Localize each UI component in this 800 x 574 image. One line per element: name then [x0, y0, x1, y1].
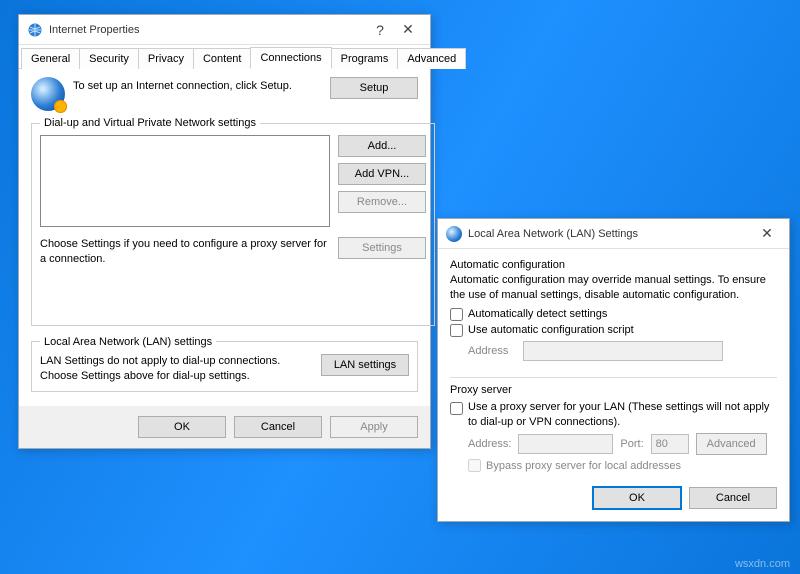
tab-content[interactable]: Content: [193, 48, 252, 69]
cancel-button[interactable]: Cancel: [689, 487, 777, 509]
globe-icon: [446, 226, 462, 242]
port-label: Port:: [620, 438, 643, 450]
address-label: Address: [468, 345, 516, 357]
proxy-address-input[interactable]: [518, 434, 613, 454]
setup-button[interactable]: Setup: [330, 77, 418, 99]
auto-detect-checkbox[interactable]: Automatically detect settings: [450, 308, 777, 321]
dialog-footer: OK Cancel: [438, 479, 789, 521]
remove-button[interactable]: Remove...: [338, 191, 426, 213]
close-button[interactable]: ✕: [394, 20, 422, 40]
connection-settings-button[interactable]: Settings: [338, 237, 426, 259]
use-proxy-checkbox[interactable]: Use a proxy server for your LAN (These s…: [450, 400, 777, 430]
lan-text: LAN Settings do not apply to dial-up con…: [40, 354, 313, 384]
lan-group: Local Area Network (LAN) settings LAN Se…: [31, 336, 418, 393]
internet-options-icon: [27, 22, 43, 38]
proxy-group: Proxy server Use a proxy server for your…: [450, 384, 777, 476]
lan-legend: Local Area Network (LAN) settings: [40, 336, 216, 348]
tab-strip: General Security Privacy Content Connect…: [19, 45, 430, 69]
tab-general[interactable]: General: [21, 48, 80, 69]
auto-detect-input[interactable]: [450, 308, 463, 321]
dialup-group: Dial-up and Virtual Private Network sett…: [31, 117, 435, 326]
tab-content-area: To set up an Internet connection, click …: [19, 69, 430, 406]
script-address-input[interactable]: [523, 341, 723, 361]
proxy-legend: Proxy server: [450, 384, 777, 396]
bypass-local-input[interactable]: [468, 459, 481, 472]
auto-script-checkbox[interactable]: Use automatic configuration script: [450, 324, 777, 337]
tab-advanced[interactable]: Advanced: [397, 48, 466, 69]
auto-script-label: Use automatic configuration script: [468, 324, 634, 336]
window-title: Local Area Network (LAN) Settings: [468, 228, 753, 240]
add-button[interactable]: Add...: [338, 135, 426, 157]
close-button[interactable]: ✕: [753, 224, 781, 244]
setup-text: To set up an Internet connection, click …: [73, 79, 330, 94]
bypass-local-label: Bypass proxy server for local addresses: [486, 460, 681, 472]
dialup-legend: Dial-up and Virtual Private Network sett…: [40, 117, 260, 129]
help-button[interactable]: ?: [366, 20, 394, 40]
tab-privacy[interactable]: Privacy: [138, 48, 194, 69]
auto-detect-label: Automatically detect settings: [468, 308, 607, 320]
bypass-local-checkbox[interactable]: Bypass proxy server for local addresses: [468, 459, 777, 472]
auto-script-input[interactable]: [450, 324, 463, 337]
cancel-button[interactable]: Cancel: [234, 416, 322, 438]
lan-body: Automatic configuration Automatic config…: [438, 249, 789, 479]
advanced-button[interactable]: Advanced: [696, 433, 767, 455]
proxy-address-label: Address:: [468, 438, 511, 450]
auto-config-legend: Automatic configuration: [450, 259, 777, 271]
connections-listbox[interactable]: [40, 135, 330, 227]
tab-connections[interactable]: Connections: [250, 47, 331, 69]
internet-properties-dialog: Internet Properties ? ✕ General Security…: [18, 14, 431, 449]
apply-button[interactable]: Apply: [330, 416, 418, 438]
globe-wand-icon: [31, 77, 65, 111]
lan-settings-button[interactable]: LAN settings: [321, 354, 409, 376]
dialog-footer: OK Cancel Apply: [19, 406, 430, 448]
port-input[interactable]: [651, 434, 689, 454]
titlebar: Internet Properties ? ✕: [19, 15, 430, 45]
ok-button[interactable]: OK: [593, 487, 681, 509]
window-title: Internet Properties: [49, 24, 366, 36]
add-vpn-button[interactable]: Add VPN...: [338, 163, 426, 185]
proxy-hint-text: Choose Settings if you need to configure…: [40, 237, 330, 267]
auto-config-desc: Automatic configuration may override man…: [450, 273, 777, 303]
use-proxy-label: Use a proxy server for your LAN (These s…: [468, 400, 777, 430]
use-proxy-input[interactable]: [450, 402, 463, 415]
tab-security[interactable]: Security: [79, 48, 139, 69]
titlebar: Local Area Network (LAN) Settings ✕: [438, 219, 789, 249]
auto-config-group: Automatic configuration Automatic config…: [450, 259, 777, 371]
lan-settings-dialog: Local Area Network (LAN) Settings ✕ Auto…: [437, 218, 790, 522]
watermark: wsxdn.com: [735, 558, 790, 570]
ok-button[interactable]: OK: [138, 416, 226, 438]
tab-programs[interactable]: Programs: [331, 48, 399, 69]
